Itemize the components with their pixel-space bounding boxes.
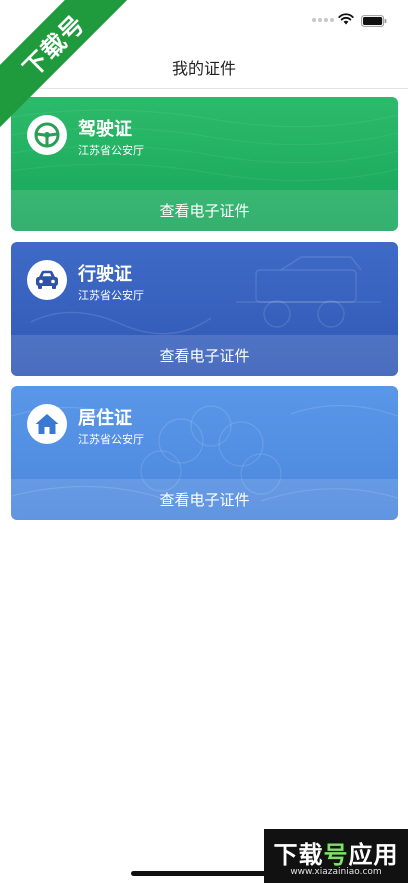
watermark-brand-part: 应用 [348,841,399,869]
corner-badge-text: 下载号 [0,0,139,131]
card-title: 居住证 [78,408,132,429]
house-icon [27,404,67,444]
wifi-icon [338,13,354,25]
card-title: 行驶证 [78,264,132,285]
battery-icon [361,15,387,27]
watermark-brand-part: 号 [323,841,349,869]
card-issuer: 江苏省公安厅 [78,144,144,157]
view-e-certificate-button[interactable]: 查看电子证件 [11,190,398,231]
card-header: 行驶证 江苏省公安厅 [11,242,398,335]
card-residence-permit[interactable]: 居住证 江苏省公安厅 查看电子证件 [11,386,398,520]
watermark-url: www.xiazainiao.com [290,867,382,877]
view-e-certificate-button[interactable]: 查看电子证件 [11,335,398,376]
watermark-logo: 下载号应用 www.xiazainiao.com [264,829,408,883]
car-icon [27,260,67,300]
card-issuer: 江苏省公安厅 [78,289,144,302]
screen: 下载号 我的证件 驾驶证 江苏省公安厅 查看电子证件 行驶证 江苏省公安厅 查看… [0,0,408,883]
corner-badge: 下载号 [0,0,140,140]
view-e-certificate-button[interactable]: 查看电子证件 [11,479,398,520]
watermark-brand-part: 下载 [273,841,324,869]
signal-icon [312,18,334,22]
watermark-brand: 下载号应用 [264,835,408,870]
card-issuer: 江苏省公安厅 [78,433,144,446]
card-vehicle-license[interactable]: 行驶证 江苏省公安厅 查看电子证件 [11,242,398,376]
card-header: 居住证 江苏省公安厅 [11,386,398,479]
home-indicator[interactable] [131,871,277,876]
